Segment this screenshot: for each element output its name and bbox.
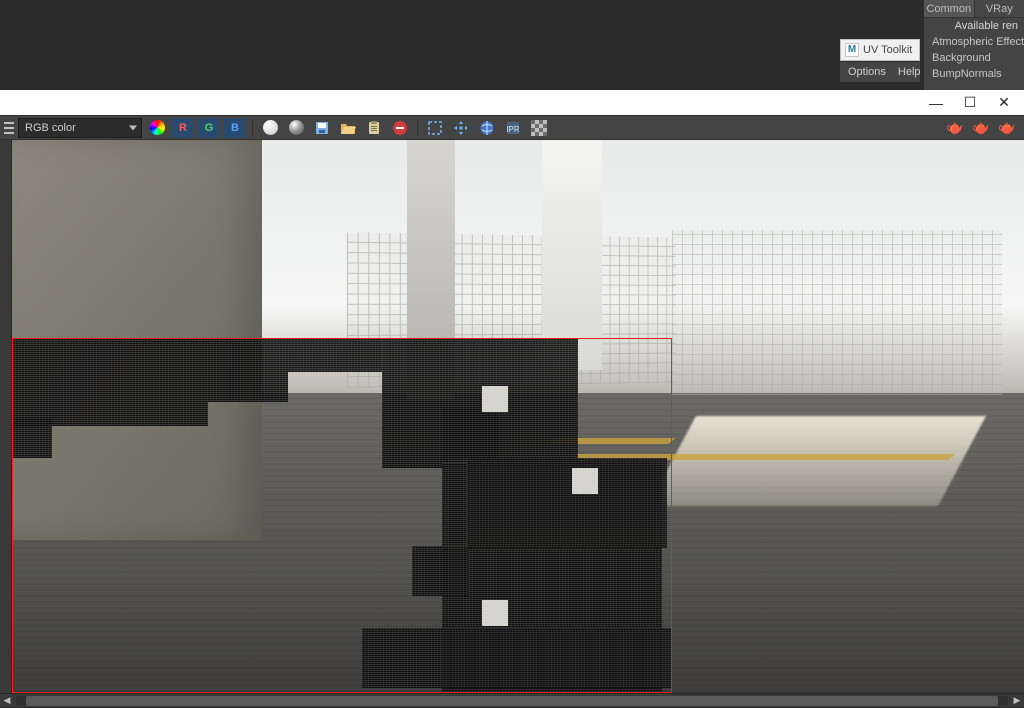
maya-logo-icon: M bbox=[845, 43, 859, 57]
checker-icon[interactable] bbox=[528, 118, 550, 138]
toolbar-separator bbox=[417, 119, 418, 137]
render-image[interactable] bbox=[12, 140, 1024, 693]
menu-strip: Options Help bbox=[840, 62, 920, 82]
sphere-grey-icon[interactable] bbox=[285, 118, 307, 138]
render-pillar bbox=[12, 140, 262, 540]
render-paintline bbox=[568, 454, 955, 460]
render-settings-panel: Common VRay Available ren Atmospheric Ef… bbox=[924, 0, 1024, 90]
save-image-button[interactable] bbox=[311, 118, 333, 138]
clipboard-button[interactable] bbox=[363, 118, 385, 138]
window-maximize-button[interactable]: ☐ bbox=[962, 95, 978, 111]
render-pillar bbox=[407, 140, 455, 400]
uv-toolkit-button[interactable]: M UV Toolkit bbox=[840, 39, 920, 61]
render-sunlight bbox=[648, 416, 986, 506]
menu-options[interactable]: Options bbox=[848, 66, 886, 78]
rgb-swirl-icon[interactable] bbox=[146, 118, 168, 138]
scroll-thumb[interactable] bbox=[26, 696, 998, 706]
teapot-green-icon[interactable]: 🫖 bbox=[944, 118, 966, 138]
tab-vray[interactable]: VRay bbox=[975, 0, 1024, 17]
svg-text:IPR: IPR bbox=[506, 125, 520, 134]
renderview-canvas-area: ◀ ▶ bbox=[0, 140, 1024, 707]
ipr-button[interactable]: IPR bbox=[502, 118, 524, 138]
teapot-grey-icon[interactable]: 🫖 bbox=[970, 118, 992, 138]
teapot-blue-icon[interactable]: 🫖 bbox=[996, 118, 1018, 138]
renderview-toolbar: RGB color R G B IPR bbox=[0, 115, 1024, 140]
channel-combo-label: RGB color bbox=[25, 122, 76, 134]
stop-render-button[interactable] bbox=[389, 118, 411, 138]
scroll-right-arrow-icon[interactable]: ▶ bbox=[1010, 694, 1024, 708]
sphere-white-icon[interactable] bbox=[259, 118, 281, 138]
channel-r-button[interactable]: R bbox=[172, 118, 194, 138]
horizontal-scrollbar[interactable]: ◀ ▶ bbox=[0, 693, 1024, 707]
window-titlebar: — ☐ ✕ bbox=[0, 90, 1024, 115]
chevron-down-icon bbox=[129, 125, 137, 130]
render-pillar bbox=[542, 140, 602, 370]
list-item[interactable]: Atmospheric Effects bbox=[924, 34, 1024, 50]
uv-toolkit-label: UV Toolkit bbox=[863, 39, 912, 61]
render-paintline bbox=[548, 438, 675, 444]
channel-b-button[interactable]: B bbox=[224, 118, 246, 138]
hamburger-icon[interactable] bbox=[4, 119, 14, 137]
menu-help[interactable]: Help bbox=[898, 66, 921, 78]
open-image-button[interactable] bbox=[337, 118, 359, 138]
channel-combo[interactable]: RGB color bbox=[18, 118, 142, 138]
window-close-button[interactable]: ✕ bbox=[996, 95, 1012, 111]
list-item[interactable]: BumpNormals bbox=[924, 66, 1024, 82]
scroll-track[interactable] bbox=[16, 696, 1008, 706]
vertical-scrollbar[interactable] bbox=[0, 140, 12, 693]
region-move-button[interactable] bbox=[450, 118, 472, 138]
list-item[interactable]: Background bbox=[924, 50, 1024, 66]
render-settings-tabs: Common VRay bbox=[924, 0, 1024, 18]
world-icon[interactable] bbox=[476, 118, 498, 138]
tab-common[interactable]: Common bbox=[924, 0, 975, 17]
render-fence bbox=[347, 232, 676, 387]
available-renderers-label: Available ren bbox=[924, 18, 1024, 34]
window-minimize-button[interactable]: — bbox=[928, 95, 944, 111]
render-region-button[interactable] bbox=[424, 118, 446, 138]
toolbar-separator bbox=[252, 119, 253, 137]
channel-g-button[interactable]: G bbox=[198, 118, 220, 138]
render-fence bbox=[672, 230, 1002, 395]
scroll-left-arrow-icon[interactable]: ◀ bbox=[0, 694, 14, 708]
